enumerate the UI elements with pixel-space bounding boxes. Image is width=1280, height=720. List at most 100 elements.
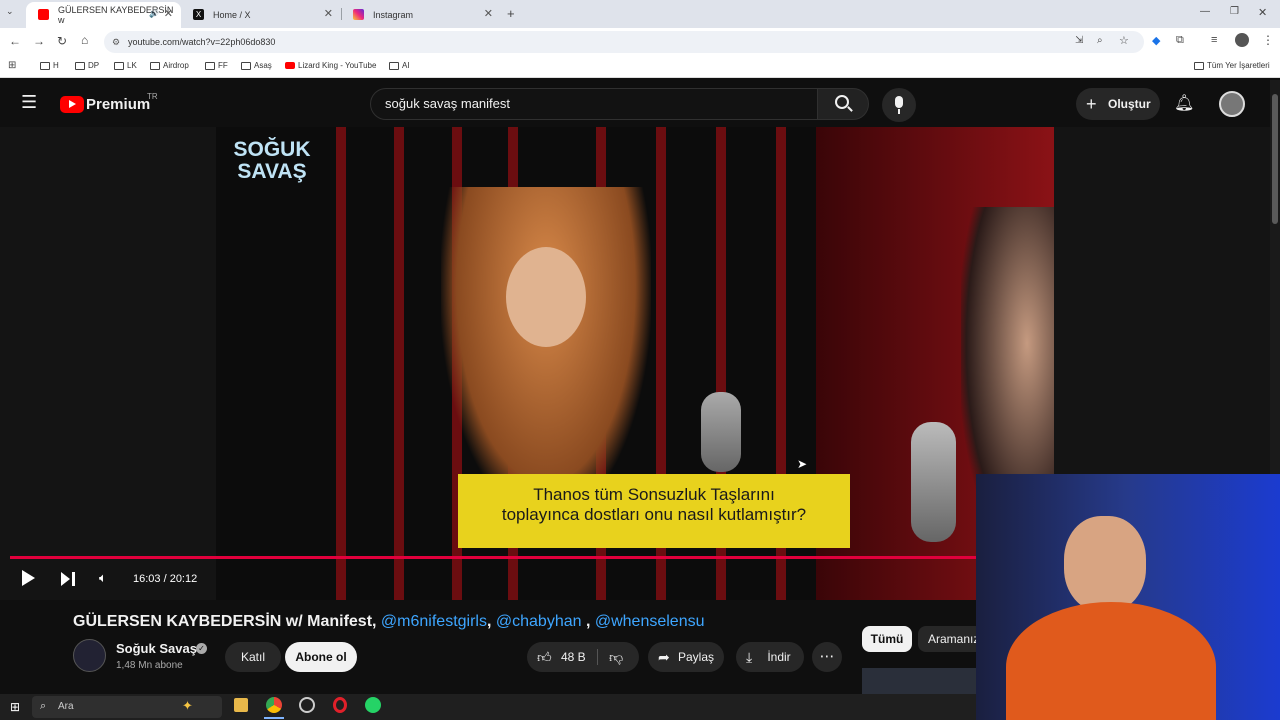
site-info-icon[interactable]: ⚙: [112, 31, 120, 53]
speaker-icon[interactable]: 🔊: [149, 9, 159, 18]
create-button[interactable]: + Oluştur: [1076, 88, 1160, 120]
bookmark-label: FF: [218, 61, 228, 70]
bookmark-item[interactable]: FF: [205, 61, 228, 70]
mouse-cursor-icon: ➤: [797, 457, 808, 471]
share-button[interactable]: ➦ Paylaş: [648, 642, 724, 672]
tab-x[interactable]: X Home / X ✕: [181, 2, 341, 28]
menu-icon[interactable]: ⋮: [1262, 33, 1274, 47]
home-icon[interactable]: ⌂: [81, 33, 88, 47]
like-icon[interactable]: 👍︎: [537, 642, 552, 672]
new-tab-icon[interactable]: +: [507, 6, 515, 21]
reload-icon[interactable]: ↻: [57, 34, 67, 48]
bookmark-item[interactable]: Airdrop: [150, 61, 189, 70]
volume-icon[interactable]: 🔈︎: [99, 570, 107, 586]
opera-icon[interactable]: [333, 697, 347, 713]
bookmark-star-icon[interactable]: ☆: [1119, 34, 1129, 47]
restore-icon[interactable]: ❐: [1230, 6, 1239, 17]
tab-search-chevron-icon[interactable]: ⌄: [6, 6, 14, 17]
logo-text[interactable]: Premium: [86, 96, 150, 113]
bookmark-item[interactable]: AI: [389, 61, 410, 70]
mention-link[interactable]: @whenselensu: [595, 613, 705, 630]
minimize-icon[interactable]: —: [1200, 6, 1210, 17]
whatsapp-icon[interactable]: [365, 697, 381, 713]
webcam-overlay: [976, 474, 1280, 720]
bookmark-item[interactable]: H: [40, 61, 59, 70]
play-icon[interactable]: [22, 570, 35, 586]
x-favicon-icon: X: [193, 9, 204, 20]
app-icon[interactable]: [299, 697, 315, 713]
extension-icon[interactable]: ◆: [1152, 34, 1160, 47]
page-scrollbar[interactable]: [1270, 80, 1280, 474]
reading-list-icon[interactable]: ≡: [1211, 34, 1217, 46]
tab-instagram[interactable]: Instagram ✕: [341, 2, 501, 28]
mention-link[interactable]: @chabyhan: [496, 613, 582, 630]
search-input[interactable]: soğuk savaş manifest: [370, 88, 818, 120]
youtube-logo-icon[interactable]: [60, 96, 84, 113]
folder-icon: [389, 61, 399, 70]
profile-avatar[interactable]: [1235, 33, 1249, 47]
forward-icon[interactable]: →: [33, 34, 45, 48]
next-icon[interactable]: [61, 572, 70, 586]
address-bar[interactable]: ⚙ youtube.com/watch?v=22ph06do830: [104, 31, 1144, 53]
file-explorer-icon[interactable]: [234, 698, 248, 712]
notifications-bell-icon[interactable]: 🔔︎: [1174, 93, 1194, 113]
folder-icon: [114, 61, 124, 70]
download-label: İndir: [767, 650, 791, 664]
player-controls: 🔈︎ 16:03 / 20:12: [0, 565, 976, 593]
microphone-icon: [895, 96, 903, 108]
back-icon[interactable]: ←: [9, 34, 21, 48]
tab-label: Home / X: [213, 10, 251, 20]
download-button[interactable]: ⤓ İndir: [736, 642, 804, 672]
folder-icon: [241, 61, 251, 70]
like-count[interactable]: 48 B: [561, 642, 586, 672]
taskbar-search-box[interactable]: ⌕ Ara ✦: [32, 696, 222, 718]
voice-search-button[interactable]: [882, 88, 916, 122]
create-label: Oluştur: [1108, 97, 1151, 111]
all-bookmarks[interactable]: Tüm Yer İşaretleri: [1194, 61, 1270, 70]
browser-tab-strip: ⌄ GÜLERSEN KAYBEDERSİN w 🔊 ✕ X Home / X …: [0, 0, 1280, 28]
search-value: soğuk savaş manifest: [385, 96, 511, 111]
recommended-thumbnail[interactable]: [862, 668, 976, 694]
progress-bar[interactable]: [10, 556, 976, 559]
search-button[interactable]: [817, 88, 869, 120]
folder-icon: [40, 61, 50, 70]
bookmark-item[interactable]: DP: [75, 61, 99, 70]
scrollbar-thumb[interactable]: [1272, 94, 1278, 224]
close-icon[interactable]: ✕: [164, 7, 173, 20]
bookmark-item[interactable]: Lizard King - YouTube: [285, 61, 376, 70]
sparkle-icon: ✦: [182, 698, 193, 713]
chrome-icon[interactable]: [266, 697, 282, 713]
zoom-icon[interactable]: ⌕: [1097, 35, 1103, 46]
hamburger-menu-icon[interactable]: ☰: [21, 92, 37, 113]
time-display: 16:03 / 20:12: [133, 573, 198, 585]
account-avatar[interactable]: [1219, 91, 1245, 117]
watermark-line1: SOĞUK: [233, 138, 311, 161]
more-actions-icon[interactable]: ⋯: [812, 642, 842, 672]
install-app-icon[interactable]: ⇲: [1075, 35, 1083, 46]
bookmark-item[interactable]: Asaş: [241, 61, 272, 70]
mention-link[interactable]: @m6nifestgirls: [381, 613, 487, 630]
caption-line2: toplayınca dostları onu nasıl kutlamıştı…: [501, 505, 807, 524]
join-button[interactable]: Katıl: [225, 642, 281, 672]
play-glyph: [69, 100, 76, 108]
chip-all[interactable]: Tümü: [862, 626, 912, 652]
channel-name[interactable]: Soğuk Savaş: [116, 641, 197, 656]
subscribe-button[interactable]: Abone ol: [285, 642, 357, 672]
apps-grid-icon[interactable]: ⊞: [8, 60, 16, 71]
bookmark-label: DP: [88, 61, 100, 70]
dislike-icon[interactable]: 👎︎: [609, 642, 623, 672]
channel-avatar[interactable]: [73, 639, 106, 672]
next-icon-bar: [72, 572, 75, 586]
url-text: youtube.com/watch?v=22ph06do830: [128, 37, 276, 47]
extensions-puzzle-icon[interactable]: ⧉: [1176, 34, 1184, 47]
window-close-icon[interactable]: ✕: [1258, 6, 1267, 19]
windows-start-icon[interactable]: ⊞: [10, 700, 20, 714]
bookmark-label: Asaş: [254, 61, 272, 70]
close-icon[interactable]: ✕: [324, 7, 333, 20]
close-icon[interactable]: ✕: [484, 7, 493, 20]
windows-taskbar: ⊞ ⌕ Ara ✦: [0, 694, 976, 720]
bookmark-item[interactable]: LK: [114, 61, 137, 70]
microphone-right: [911, 422, 956, 542]
divider: [597, 649, 598, 665]
tab-youtube[interactable]: GÜLERSEN KAYBEDERSİN w 🔊 ✕: [26, 2, 181, 28]
